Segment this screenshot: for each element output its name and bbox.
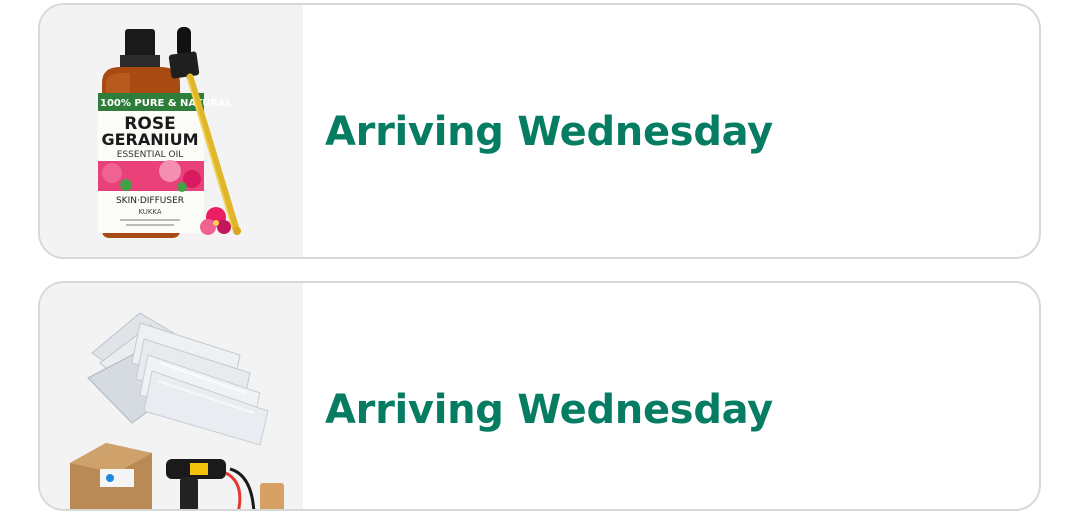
order-card[interactable]: Arriving Wednesday	[38, 281, 1041, 511]
order-card[interactable]: 100% PURE & NATURAL ROSE GERANIUM ESSENT…	[38, 3, 1041, 259]
product-sub-text: ESSENTIAL OIL	[117, 150, 183, 160]
product-thumbnail[interactable]: 100% PURE & NATURAL ROSE GERANIUM ESSENT…	[40, 5, 303, 257]
delivery-status[interactable]: Arriving Wednesday	[325, 387, 773, 433]
product-thumbnail[interactable]	[40, 283, 303, 509]
delivery-status[interactable]: Arriving Wednesday	[325, 109, 773, 155]
label-top-text: 100% PURE & NATURAL	[100, 98, 233, 109]
brand-text: KUKKA	[138, 208, 162, 216]
shrink-wrap-bags-kit-image	[70, 312, 284, 509]
essential-oil-bottle-image: 100% PURE & NATURAL ROSE GERANIUM ESSENT…	[98, 27, 241, 238]
product-use-text: SKIN·DIFFUSER	[116, 196, 184, 206]
product-name-line2: GERANIUM	[101, 130, 198, 149]
